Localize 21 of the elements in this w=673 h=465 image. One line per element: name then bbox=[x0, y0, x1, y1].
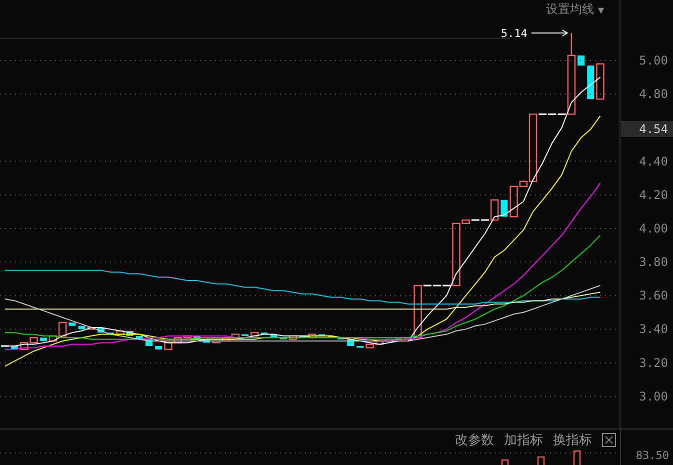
price-axis-label: 3.60 bbox=[639, 288, 668, 303]
pointer-arrow bbox=[530, 30, 568, 36]
price-axis-label: 4.00 bbox=[639, 221, 668, 236]
caret-icon[interactable]: ▾ bbox=[598, 2, 604, 16]
toolbar-button[interactable]: 改参数 bbox=[455, 431, 494, 449]
price-axis-label: 4.20 bbox=[639, 188, 668, 202]
high-price-label: 5.14 bbox=[500, 27, 528, 40]
price-axis-label: 3.20 bbox=[639, 356, 668, 370]
price-axis-label: 5.00 bbox=[639, 53, 668, 68]
volume-axis-label: 83.50 bbox=[636, 449, 669, 462]
menu-label[interactable]: 设置均线 bbox=[546, 1, 594, 18]
toolbar-button[interactable]: 加指标 bbox=[504, 431, 543, 449]
price-axis-label: 3.00 bbox=[639, 389, 668, 404]
current-price-tag: 4.54 bbox=[621, 121, 673, 137]
price-axis-label: 3.40 bbox=[639, 322, 668, 336]
toolbar-button[interactable]: 换指标 bbox=[553, 431, 592, 449]
price-axis-label: 3.80 bbox=[639, 255, 668, 270]
candle-wick bbox=[570, 33, 572, 56]
price-axis-label: 4.80 bbox=[639, 87, 668, 102]
price-axis-label: 4.40 bbox=[639, 154, 668, 168]
close-icon[interactable] bbox=[602, 433, 616, 447]
